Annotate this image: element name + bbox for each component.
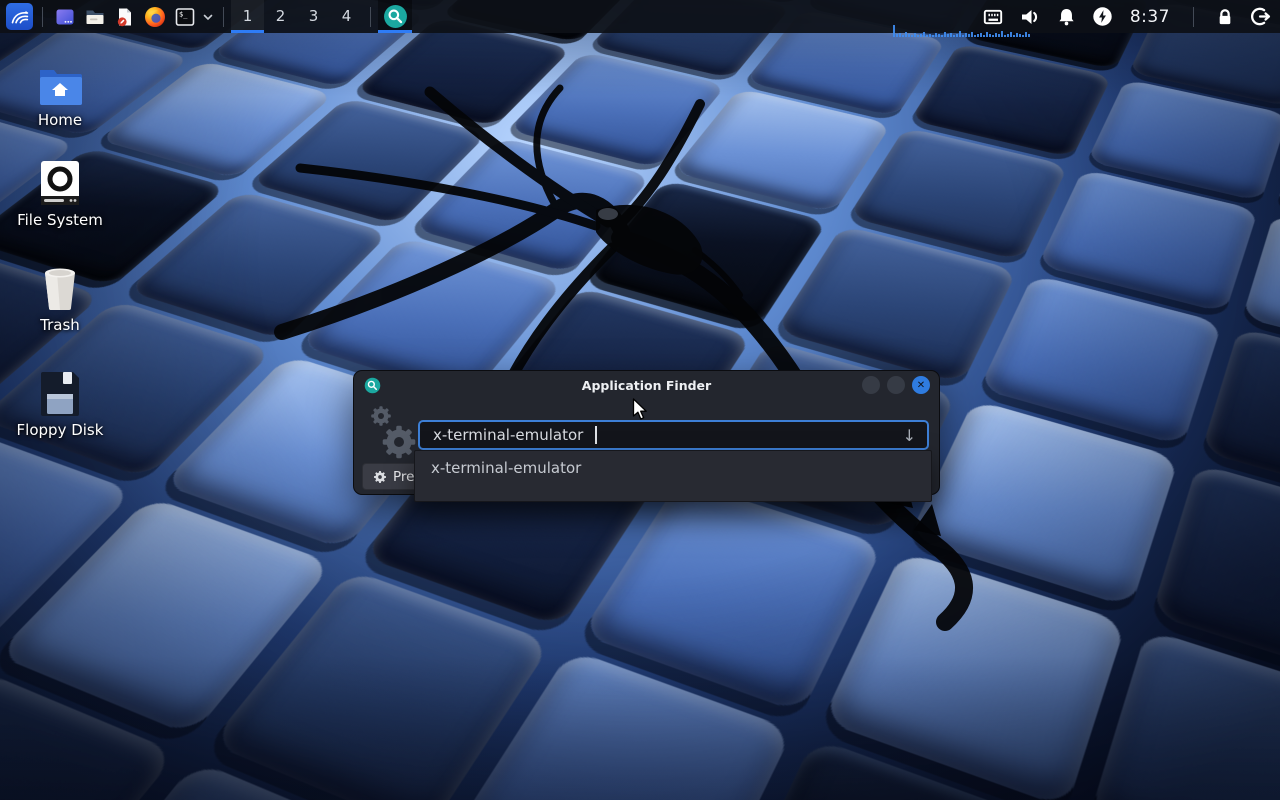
maximize-button[interactable] (887, 376, 905, 394)
minimize-button[interactable] (862, 376, 880, 394)
panel-separator (42, 7, 43, 27)
clock[interactable]: 8:37 (1130, 7, 1170, 27)
launcher-text-editor[interactable] (110, 0, 140, 33)
top-panel: $_ 1234 (0, 0, 1280, 33)
kali-menu-icon (9, 6, 30, 27)
desktop-icon-label: Trash (12, 316, 108, 334)
file-manager-icon (83, 5, 107, 29)
workspace-button-3[interactable]: 3 (297, 0, 330, 33)
desktop-icon-label: Floppy Disk (12, 421, 108, 439)
home-folder-icon (12, 60, 108, 106)
workspace-button-4[interactable]: 4 (330, 0, 363, 33)
app-finder-icon (383, 4, 408, 29)
window-title: Application Finder (354, 378, 939, 393)
power-manager-icon (1091, 5, 1114, 28)
launcher-menu-chevron[interactable] (200, 0, 216, 33)
tray-logout[interactable] (1249, 0, 1272, 33)
terminal-icon: $_ (173, 5, 197, 29)
gear-icon (373, 470, 387, 484)
workspace-button-1[interactable]: 1 (231, 0, 264, 33)
tray-power-manager[interactable] (1091, 0, 1114, 33)
floppy-disk-icon (12, 370, 108, 416)
desktop-icon-label: File System (12, 211, 108, 229)
desktop-icon-trash[interactable]: Trash (12, 265, 108, 334)
search-input-value: x-terminal-emulator (433, 426, 583, 444)
preferences-gears-icon (364, 401, 420, 463)
close-icon: ✕ (917, 380, 925, 391)
desktop-icon-floppy-disk[interactable]: Floppy Disk (12, 370, 108, 439)
waveform-decoration (893, 24, 1030, 37)
hard-drive-icon (12, 160, 108, 206)
autocomplete-item[interactable]: x-terminal-emulator (415, 451, 931, 483)
workspace-button-2[interactable]: 2 (264, 0, 297, 33)
trash-icon (12, 265, 108, 311)
mouse-cursor (632, 398, 654, 422)
text-caret (595, 426, 597, 444)
svg-text:$_: $_ (179, 10, 188, 18)
window-app-icon (53, 5, 77, 29)
panel-separator (370, 7, 371, 27)
logout-icon (1249, 5, 1272, 28)
kali-menu-button[interactable] (6, 3, 33, 30)
launcher-terminal[interactable]: $_ (170, 0, 200, 33)
lock-screen-icon (1214, 6, 1236, 28)
desktop-icon-home[interactable]: Home (12, 60, 108, 129)
search-input[interactable]: x-terminal-emulator ↓ (418, 420, 929, 450)
tray-lock-screen[interactable] (1214, 0, 1236, 33)
desktop-icon-label: Home (12, 111, 108, 129)
desktop-icon-file-system[interactable]: File System (12, 160, 108, 229)
close-button[interactable]: ✕ (912, 376, 930, 394)
tray-notifications[interactable] (1055, 0, 1078, 33)
launcher-window-app[interactable] (50, 0, 80, 33)
panel-appfinder-button[interactable] (378, 0, 412, 33)
panel-separator (1193, 7, 1194, 27)
dropdown-arrow-icon[interactable]: ↓ (903, 426, 916, 445)
titlebar[interactable]: Application Finder ✕ (354, 371, 939, 400)
text-editor-icon (113, 5, 137, 29)
firefox-icon (143, 5, 167, 29)
notifications-bell-icon (1055, 5, 1078, 28)
autocomplete-dropdown: x-terminal-emulator (414, 450, 932, 502)
workspace-switcher: 1234 (231, 0, 363, 33)
chevron-down-icon (202, 11, 214, 23)
launcher-firefox[interactable] (140, 0, 170, 33)
panel-separator (223, 7, 224, 27)
launcher-file-manager[interactable] (80, 0, 110, 33)
